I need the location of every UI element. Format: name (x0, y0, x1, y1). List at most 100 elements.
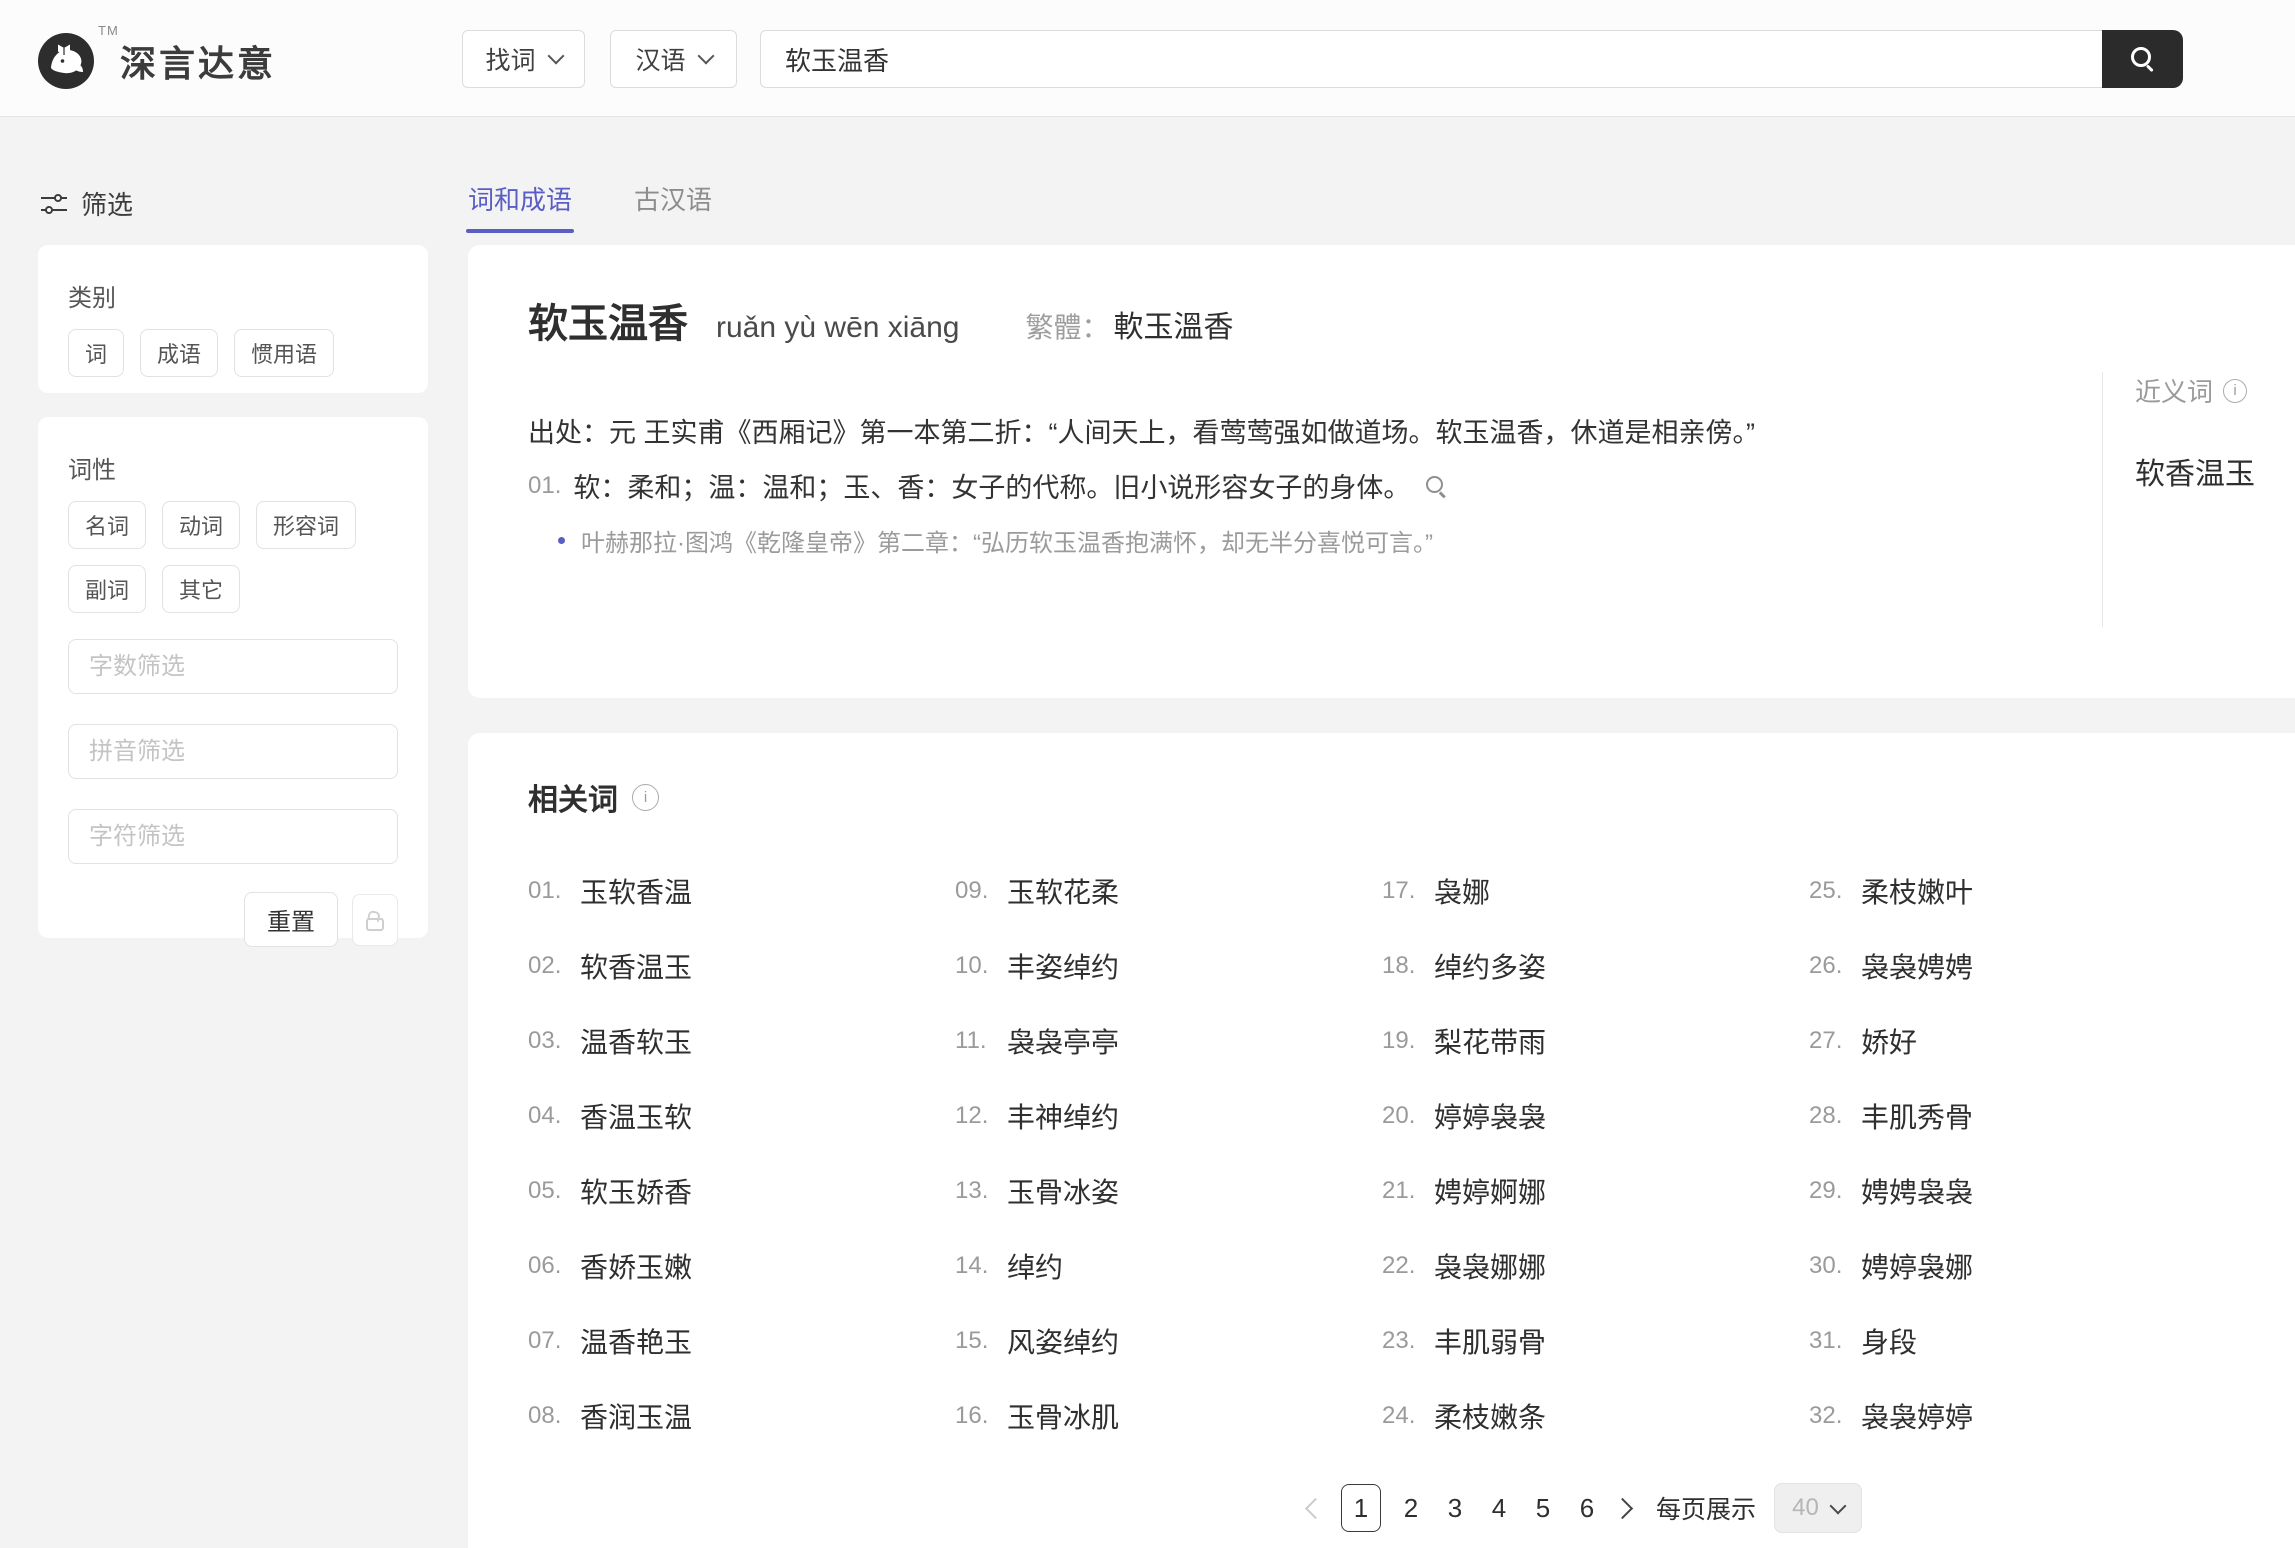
pagination-next-button[interactable] (1615, 1501, 1630, 1516)
pagination: 1 2 3 4 5 6 每页展示 40 (1308, 1481, 1862, 1535)
related-word-text: 丰神绰约 (1007, 1096, 1119, 1136)
pagination-page[interactable]: 1 (1341, 1484, 1381, 1532)
related-word-item[interactable]: 08. 香润玉温 (528, 1396, 955, 1436)
related-word-index: 22. (1382, 1252, 1434, 1280)
language-select[interactable]: 汉语 (610, 30, 737, 88)
pinyin-filter-input[interactable] (68, 724, 398, 779)
related-word-text: 袅袅娜娜 (1434, 1246, 1546, 1286)
word-source-label: 出处： (528, 418, 609, 448)
related-word-item[interactable]: 21. 娉婷婀娜 (1382, 1171, 1809, 1211)
filter-pill[interactable]: 副词 (68, 565, 146, 613)
related-word-item[interactable]: 09. 玉软花柔 (955, 871, 1382, 911)
related-word-index: 07. (528, 1327, 580, 1355)
pagination-page[interactable]: 4 (1487, 1493, 1511, 1524)
related-word-index: 20. (1382, 1102, 1434, 1130)
related-word-index: 10. (955, 952, 1007, 980)
related-word-item[interactable]: 20. 婷婷袅袅 (1382, 1096, 1809, 1136)
synonym-panel: 近义词 软香温玉 (2102, 372, 2294, 627)
related-word-item[interactable]: 18. 绰约多姿 (1382, 946, 1809, 986)
related-word-item[interactable]: 16. 玉骨冰肌 (955, 1396, 1382, 1436)
filter-pill[interactable]: 形容词 (256, 501, 356, 549)
traditional-label: 繁體： (1026, 306, 1110, 346)
char-count-filter-input[interactable] (68, 639, 398, 694)
related-word-text: 袅袅亭亭 (1007, 1021, 1119, 1061)
related-word-text: 丰姿绰约 (1007, 946, 1119, 986)
related-word-item[interactable]: 27. 娇好 (1809, 1021, 2236, 1061)
word-title: 软玉温香 (528, 291, 688, 349)
character-filter-input[interactable] (68, 809, 398, 864)
related-word-item[interactable]: 28. 丰肌秀骨 (1809, 1096, 2236, 1136)
related-word-item[interactable]: 14. 绰约 (955, 1246, 1382, 1286)
related-word-text: 温香软玉 (580, 1021, 692, 1061)
related-word-text: 袅娜 (1434, 871, 1490, 911)
related-word-text: 绰约 (1007, 1246, 1063, 1286)
filter-pill[interactable]: 其它 (162, 565, 240, 613)
pagination-page[interactable]: 2 (1399, 1493, 1423, 1524)
related-word-item[interactable]: 32. 袅袅婷婷 (1809, 1396, 2236, 1436)
related-word-index: 04. (528, 1102, 580, 1130)
pagination-pages: 1 2 3 4 5 6 (1341, 1484, 1609, 1532)
related-word-item[interactable]: 04. 香温玉软 (528, 1096, 955, 1136)
pagination-page[interactable]: 6 (1575, 1493, 1599, 1524)
related-word-text: 玉软花柔 (1007, 871, 1119, 911)
reset-button[interactable]: 重置 (244, 892, 338, 947)
related-word-item[interactable]: 10. 丰姿绰约 (955, 946, 1382, 986)
related-word-text: 香温玉软 (580, 1096, 692, 1136)
pagination-prev-button[interactable] (1308, 1501, 1323, 1516)
unlock-icon (366, 918, 384, 931)
related-word-item[interactable]: 24. 柔枝嫩条 (1382, 1396, 1809, 1436)
related-word-item[interactable]: 23. 丰肌弱骨 (1382, 1321, 1809, 1361)
word-pinyin: ruǎn yù wēn xiāng (716, 311, 960, 345)
definition-text: 软：柔和；温：温和；玉、香：女子的代称。旧小说形容女子的身体。 (573, 466, 1410, 505)
word-example-row: 叶赫那拉·图鸿《乾隆皇帝》第二章：“弘历软玉温香抱满怀，却无半分喜悦可言。” (558, 523, 2295, 558)
related-word-text: 丰肌弱骨 (1434, 1321, 1546, 1361)
related-word-item[interactable]: 03. 温香软玉 (528, 1021, 955, 1061)
related-word-item[interactable]: 31. 身段 (1809, 1321, 2236, 1361)
related-word-item[interactable]: 25. 柔枝嫩叶 (1809, 871, 2236, 911)
related-word-item[interactable]: 07. 温香艳玉 (528, 1321, 955, 1361)
info-icon[interactable] (2223, 379, 2247, 403)
related-word-item[interactable]: 01. 玉软香温 (528, 871, 955, 911)
filter-pill[interactable]: 惯用语 (234, 329, 334, 377)
filter-pill[interactable]: 动词 (162, 501, 240, 549)
related-word-item[interactable]: 15. 风姿绰约 (955, 1321, 1382, 1361)
tab[interactable]: 词和成语 (468, 180, 572, 233)
chevron-down-icon (547, 48, 564, 65)
related-word-index: 17. (1382, 877, 1434, 905)
related-word-index: 12. (955, 1102, 1007, 1130)
search-button[interactable] (2102, 30, 2183, 88)
related-word-item[interactable]: 29. 娉娉袅袅 (1809, 1171, 2236, 1211)
search-mode-select[interactable]: 找词 (462, 30, 585, 88)
per-page-select[interactable]: 40 (1774, 1483, 1862, 1533)
related-word-item[interactable]: 05. 软玉娇香 (528, 1171, 955, 1211)
category-pill-group: 词 成语 惯用语 (68, 329, 404, 377)
definition-search-icon[interactable] (1426, 475, 1448, 497)
related-header: 相关词 (528, 775, 2295, 819)
related-word-item[interactable]: 12. 丰神绰约 (955, 1096, 1382, 1136)
filter-pill[interactable]: 名词 (68, 501, 146, 549)
search-input[interactable] (760, 30, 2102, 88)
info-icon[interactable] (632, 784, 659, 811)
lock-button[interactable] (352, 894, 398, 946)
pagination-page[interactable]: 3 (1443, 1493, 1467, 1524)
related-word-item[interactable]: 13. 玉骨冰姿 (955, 1171, 1382, 1211)
related-word-item[interactable]: 02. 软香温玉 (528, 946, 955, 986)
related-word-item[interactable]: 22. 袅袅娜娜 (1382, 1246, 1809, 1286)
related-word-item[interactable]: 19. 梨花带雨 (1382, 1021, 1809, 1061)
related-word-item[interactable]: 06. 香娇玉嫩 (528, 1246, 955, 1286)
related-word-item[interactable]: 11. 袅袅亭亭 (955, 1021, 1382, 1061)
related-word-item[interactable]: 26. 袅袅娉娉 (1809, 946, 2236, 986)
page: TM 深言达意 找词 汉语 筛选 类别 词 成语 惯用语 (0, 0, 2295, 1548)
related-word-item[interactable]: 17. 袅娜 (1382, 871, 1809, 911)
filter-pill[interactable]: 词 (68, 329, 124, 377)
synonym-word[interactable]: 软香温玉 (2135, 449, 2294, 493)
chevron-left-icon (1305, 1497, 1326, 1518)
related-word-item[interactable]: 30. 娉婷袅娜 (1809, 1246, 2236, 1286)
logo[interactable]: TM 深言达意 (38, 33, 276, 89)
filter-pill[interactable]: 成语 (140, 329, 218, 377)
related-word-index: 13. (955, 1177, 1007, 1205)
related-word-index: 21. (1382, 1177, 1434, 1205)
tab[interactable]: 古汉语 (634, 180, 712, 233)
pagination-page[interactable]: 5 (1531, 1493, 1555, 1524)
definition-number: 01. (528, 472, 561, 500)
